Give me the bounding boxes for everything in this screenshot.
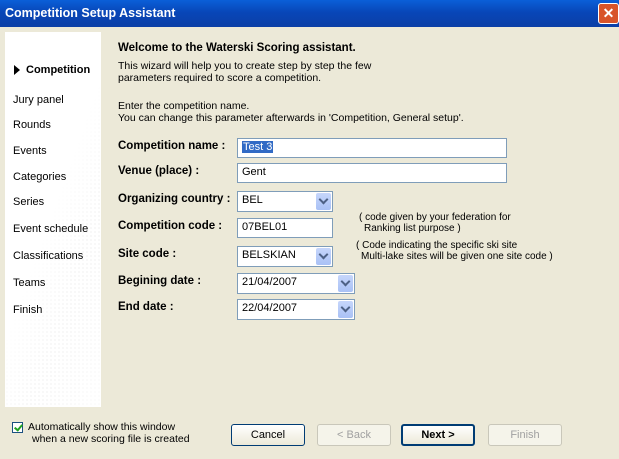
organizing-country-label: Organizing country : bbox=[118, 193, 231, 205]
site-code-note: ( Code indicating the specific ski site … bbox=[356, 240, 553, 262]
instruction-line: You can change this parameter afterwards… bbox=[118, 112, 464, 124]
note-line: Multi-lake sites will be given one site … bbox=[361, 251, 553, 262]
intro-text: This wizard will help you to create step… bbox=[118, 60, 538, 84]
begin-date-picker[interactable]: 21/04/2007 bbox=[237, 273, 355, 294]
step-teams[interactable]: Teams bbox=[13, 277, 45, 289]
step-series[interactable]: Series bbox=[13, 196, 44, 208]
site-code-label: Site code : bbox=[118, 248, 177, 260]
wizard-content: Welcome to the Waterski Scoring assistan… bbox=[108, 32, 619, 407]
back-button[interactable]: < Back bbox=[317, 424, 391, 446]
wizard-footer: Automatically show this window when a ne… bbox=[0, 410, 619, 459]
step-finish[interactable]: Finish bbox=[13, 304, 42, 316]
step-jury-panel[interactable]: Jury panel bbox=[13, 94, 64, 106]
step-event-schedule[interactable]: Event schedule bbox=[13, 223, 88, 235]
window-title: Competition Setup Assistant bbox=[5, 6, 176, 20]
step-categories[interactable]: Categories bbox=[13, 171, 66, 183]
venue-field[interactable]: Gent bbox=[237, 163, 507, 183]
title-bar[interactable]: Competition Setup Assistant ✕ bbox=[0, 0, 619, 27]
auto-show-label[interactable]: Automatically show this window when a ne… bbox=[28, 421, 190, 445]
site-code-value: BELSKIAN bbox=[242, 249, 296, 261]
auto-show-line: when a new scoring file is created bbox=[32, 433, 190, 445]
competition-code-value: 07BEL01 bbox=[242, 221, 288, 233]
step-classifications[interactable]: Classifications bbox=[13, 250, 83, 262]
begin-date-value: 21/04/2007 bbox=[242, 276, 298, 288]
end-date-label: End date : bbox=[118, 301, 174, 313]
welcome-heading: Welcome to the Waterski Scoring assistan… bbox=[118, 42, 356, 54]
competition-name-value: Test 3 bbox=[242, 141, 274, 153]
auto-show-line: Automatically show this window bbox=[28, 421, 176, 433]
begin-date-label: Begining date : bbox=[118, 275, 202, 287]
next-button[interactable]: Next > bbox=[401, 424, 475, 446]
step-rounds[interactable]: Rounds bbox=[13, 119, 51, 131]
competition-code-label: Competition code : bbox=[118, 220, 223, 232]
end-date-picker[interactable]: 22/04/2007 bbox=[237, 299, 355, 320]
wizard-steps-panel: Competition Jury panel Rounds Events Cat… bbox=[5, 32, 101, 407]
instruction-line: Enter the competition name. bbox=[118, 100, 250, 112]
chevron-down-icon[interactable] bbox=[316, 248, 331, 265]
competition-name-field[interactable]: Test 3 bbox=[237, 138, 507, 158]
site-code-select[interactable]: BELSKIAN bbox=[237, 246, 333, 267]
intro-line: parameters required to score a competiti… bbox=[118, 72, 322, 84]
competition-code-note: ( code given by your federation for Rank… bbox=[359, 212, 511, 234]
auto-show-checkbox[interactable] bbox=[12, 422, 23, 433]
dialog-window: Competition Setup Assistant ✕ Competitio… bbox=[0, 0, 619, 459]
chevron-down-icon[interactable] bbox=[316, 193, 331, 210]
competition-code-field[interactable]: 07BEL01 bbox=[237, 218, 333, 238]
note-line: Ranking list purpose ) bbox=[364, 223, 461, 234]
current-step-arrow-icon bbox=[14, 65, 20, 75]
note-line: ( code given by your federation for bbox=[359, 212, 511, 223]
chevron-down-icon[interactable] bbox=[338, 275, 353, 292]
instruction-text: Enter the competition name. You can chan… bbox=[118, 100, 588, 124]
close-icon[interactable]: ✕ bbox=[598, 3, 619, 24]
end-date-value: 22/04/2007 bbox=[242, 302, 298, 314]
cancel-button[interactable]: Cancel bbox=[231, 424, 305, 446]
intro-line: This wizard will help you to create step… bbox=[118, 60, 372, 72]
venue-label: Venue (place) : bbox=[118, 165, 200, 177]
organizing-country-value: BEL bbox=[242, 194, 263, 206]
organizing-country-select[interactable]: BEL bbox=[237, 191, 333, 212]
note-line: ( Code indicating the specific ski site bbox=[356, 240, 518, 251]
step-events[interactable]: Events bbox=[13, 145, 47, 157]
chevron-down-icon[interactable] bbox=[338, 301, 353, 318]
venue-value: Gent bbox=[242, 166, 266, 178]
steps-list: Competition Jury panel Rounds Events Cat… bbox=[5, 32, 101, 407]
finish-button[interactable]: Finish bbox=[488, 424, 562, 446]
competition-name-label: Competition name : bbox=[118, 140, 226, 152]
step-competition[interactable]: Competition bbox=[26, 64, 90, 76]
